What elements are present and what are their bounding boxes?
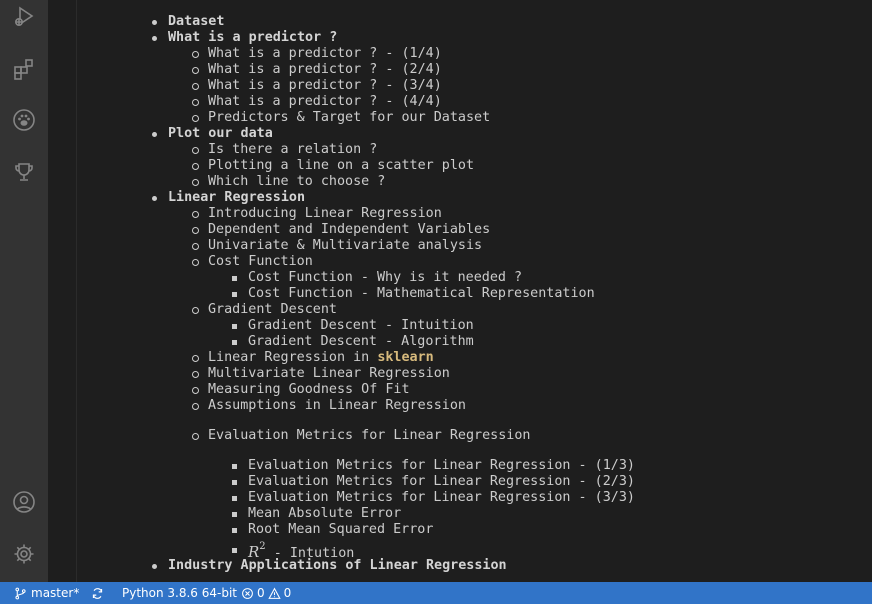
run-debug-icon[interactable] [10,2,38,30]
paw-icon[interactable] [10,106,38,134]
warning-count: 0 [283,586,292,600]
sync-button[interactable] [91,582,104,604]
interpreter-label: Python 3.8.6 64-bit [122,586,238,600]
sklearn-highlight: sklearn [377,350,434,365]
branch-label: master* [31,586,80,600]
settings-gear-icon[interactable] [10,540,38,568]
sync-icon [92,587,103,599]
error-count: 0 [257,586,265,600]
python-interpreter[interactable]: Python 3.8.6 64-bit [122,582,237,604]
trophy-icon[interactable] [10,158,38,186]
branch-status[interactable]: master* [14,582,79,604]
git-branch-icon [15,587,26,599]
extensions-icon[interactable] [10,55,38,83]
account-icon[interactable] [10,488,38,516]
activity-bar [0,0,48,582]
problems-status[interactable]: 0 0 [241,582,291,604]
warning-icon [267,587,281,599]
status-bar: master* Python 3.8.6 64-bit 0 0 [0,582,872,604]
editor-gutter [48,0,77,582]
markdown-outline: Dataset What is a predictor ? What is a … [77,0,872,582]
error-icon [242,587,253,599]
